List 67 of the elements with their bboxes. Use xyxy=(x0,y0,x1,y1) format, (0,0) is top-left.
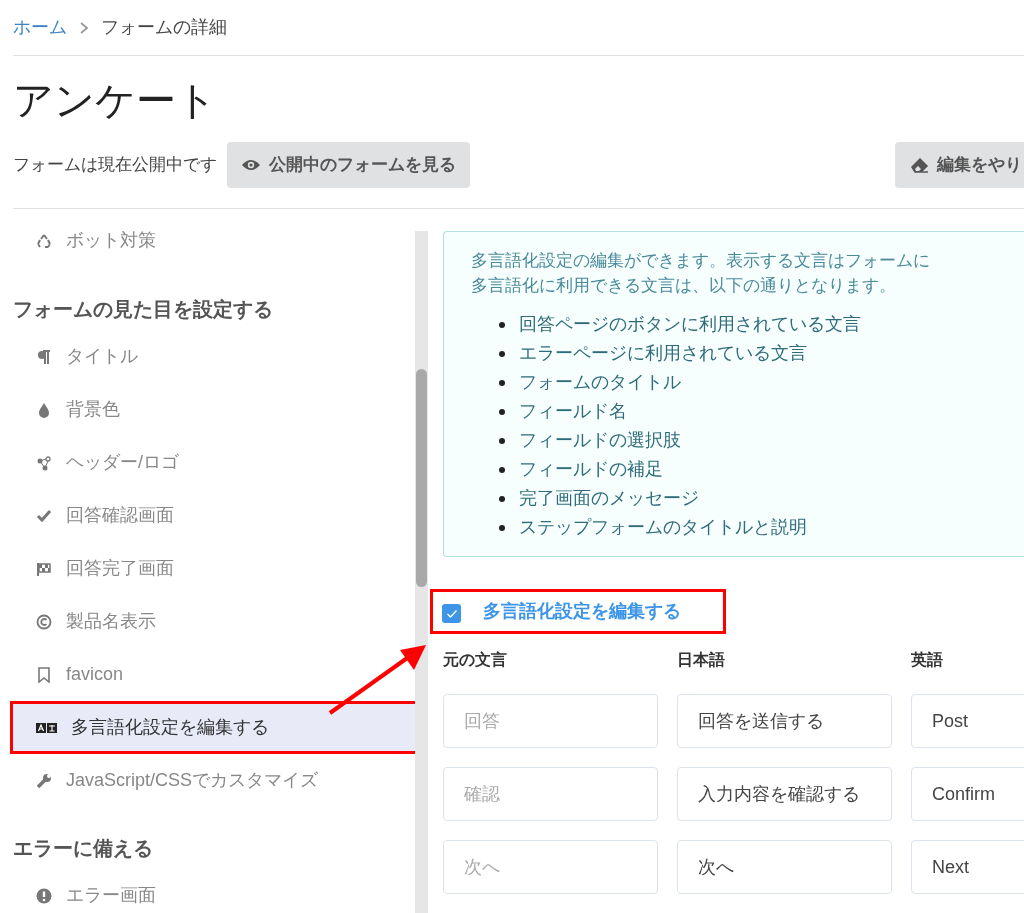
original-text-field[interactable]: 次へ xyxy=(443,840,658,894)
sidebar-item[interactable]: JavaScript/CSSでカスタマイズ xyxy=(13,754,415,807)
original-text-field[interactable]: 回答 xyxy=(443,694,658,748)
japanese-text-field[interactable]: 入力内容を確認する xyxy=(677,767,892,821)
checkered-flag-icon xyxy=(36,560,52,577)
nodes-icon xyxy=(36,454,52,471)
english-text-field[interactable]: Post xyxy=(911,694,1024,748)
status-text: フォームは現在公開中です xyxy=(13,154,217,177)
english-text-field[interactable]: Confirm xyxy=(911,767,1024,821)
sidebar-item[interactable]: 背景色 xyxy=(13,383,415,436)
eraser-icon xyxy=(911,157,929,173)
info-text: 多言語化に利用できる文言は、以下の通りとなります。 xyxy=(471,275,896,297)
checkbox-label[interactable]: 多言語化設定を編集する xyxy=(483,598,681,625)
drop-icon xyxy=(36,401,52,418)
info-list-item: 完了画面のメッセージ xyxy=(519,487,699,510)
bullet-icon xyxy=(499,466,505,473)
bullet-icon xyxy=(499,524,505,531)
sidebar-item[interactable]: 多言語化設定を編集する xyxy=(10,701,418,754)
check-icon xyxy=(445,608,458,619)
sidebar-item[interactable]: favicon xyxy=(13,648,415,701)
japanese-text-field[interactable]: 回答を送信する xyxy=(677,694,892,748)
japanese-text-field[interactable]: 次へ xyxy=(677,840,892,894)
info-list-item: フィールド名 xyxy=(519,400,627,423)
sidebar-item[interactable]: 製品名表示 xyxy=(13,595,415,648)
bullet-icon xyxy=(499,437,505,444)
scrollbar[interactable] xyxy=(415,231,428,913)
bullet-icon xyxy=(499,495,505,502)
sidebar-item[interactable]: ヘッダー/ロゴ xyxy=(13,436,415,489)
section-heading: フォームの見た目を設定する xyxy=(13,297,274,322)
info-list-item: フィールドの選択肢 xyxy=(519,429,681,452)
column-header: 元の文言 xyxy=(443,651,507,668)
bullet-icon xyxy=(499,408,505,415)
page-title: アンケート xyxy=(13,80,217,120)
info-list-item: ステップフォームのタイトルと説明 xyxy=(519,516,807,539)
bookmark-icon xyxy=(36,666,52,683)
recycle-icon xyxy=(36,232,52,249)
info-text: 多言語化設定の編集ができます。表示する文言はフォームに xyxy=(471,250,930,272)
check-icon xyxy=(36,507,52,524)
sidebar-item[interactable]: エラー画面 xyxy=(13,869,415,913)
section-heading: エラーに備える xyxy=(13,836,154,861)
eye-icon xyxy=(241,158,261,172)
copyright-icon xyxy=(36,613,52,630)
info-list-item: エラーページに利用されている文言 xyxy=(519,342,807,365)
pilcrow-icon xyxy=(36,348,52,365)
bullet-icon xyxy=(499,321,505,328)
bullet-icon xyxy=(499,350,505,357)
breadcrumb-link[interactable]: ホーム xyxy=(13,14,67,41)
sidebar-item[interactable]: 回答完了画面 xyxy=(13,542,415,595)
wrench-icon xyxy=(36,772,52,789)
sidebar-item[interactable]: ボット対策 xyxy=(13,214,415,267)
bullet-icon xyxy=(499,379,505,386)
chevron-icon xyxy=(79,20,89,35)
column-header: 日本語 xyxy=(677,651,725,668)
info-list-item: フォームのタイトル xyxy=(519,371,681,394)
column-header: 英語 xyxy=(911,651,943,668)
info-list-item: フィールドの補足 xyxy=(519,458,663,481)
english-text-field[interactable]: Next xyxy=(911,840,1024,894)
sidebar-item[interactable]: タイトル xyxy=(13,330,415,383)
breadcrumb-current: フォームの詳細 xyxy=(101,16,227,39)
sidebar-item[interactable]: 回答確認画面 xyxy=(13,489,415,542)
info-list-item: 回答ページのボタンに利用されている文言 xyxy=(519,313,861,336)
exclamation-icon xyxy=(36,887,52,904)
stop-editing-button[interactable]: 編集をやり xyxy=(895,142,1024,188)
checkbox[interactable] xyxy=(442,604,461,623)
scrollbar-thumb[interactable] xyxy=(416,369,427,587)
view-form-button[interactable]: 公開中のフォームを見る xyxy=(227,142,470,188)
original-text-field[interactable]: 確認 xyxy=(443,767,658,821)
